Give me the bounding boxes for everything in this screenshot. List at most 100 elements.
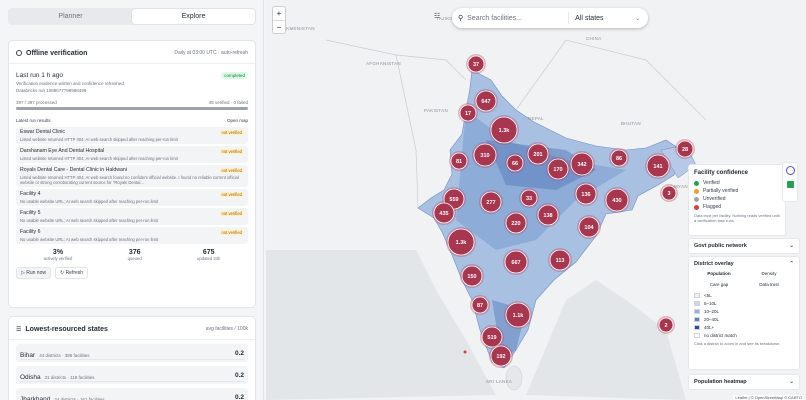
population-heatmap-toggle[interactable]: Population heatmap ⌄ [688, 374, 800, 390]
result-item[interactable]: Facility 6 not verified No usable websit… [16, 227, 248, 244]
cluster-count: 430 [612, 198, 621, 204]
facility-cluster[interactable]: 104 [577, 215, 601, 239]
legend-dot-icon [694, 188, 699, 194]
cluster-count: 647 [481, 99, 490, 105]
facility-cluster[interactable]: 3 [660, 184, 678, 202]
schedule-text: Daily at 03:00 UTC · auto-refresh [174, 50, 248, 56]
open-map-link[interactable]: Open map [227, 118, 248, 123]
result-item[interactable]: Royals Dental Care - Dental Clinic in Ha… [16, 165, 248, 187]
facility-cluster[interactable]: 138 [536, 203, 560, 227]
facility-cluster[interactable]: 192 [489, 344, 513, 368]
overlay-option[interactable]: Care gap [694, 282, 744, 287]
ramp-label: 5–10L [704, 300, 717, 306]
state-select[interactable]: All states [575, 15, 635, 22]
facility-cluster[interactable]: 81 [449, 151, 469, 171]
facility-cluster[interactable]: 647 [474, 89, 498, 113]
search-input[interactable]: Search facilities... [467, 15, 562, 22]
result-item[interactable]: Eswar Dental Clinic not verified Listed … [16, 127, 248, 144]
refresh-button[interactable]: ↻ Refresh [54, 267, 89, 279]
filter-icon[interactable]: ☷ [434, 12, 446, 24]
chevron-up-icon[interactable]: ⌃ [789, 261, 794, 267]
facility-cluster[interactable]: 170 [546, 157, 570, 181]
result-desc: No usable website URL; AI web search ski… [20, 218, 159, 223]
state-row[interactable]: Jharkhand 24 districts · 161 facilities 0… [16, 388, 248, 400]
lowest-title: Lowest-resourced states [25, 325, 108, 333]
chart-icon[interactable] [786, 181, 794, 188]
facility-cluster[interactable]: 667 [503, 249, 529, 275]
legend-dot-icon [694, 204, 699, 210]
facility-cluster[interactable]: 17 [458, 103, 478, 123]
run-now-button[interactable]: ▷ Run now [16, 267, 51, 279]
state-row[interactable]: Bihar 44 districts · 386 facilities 0.2 [16, 344, 248, 362]
result-title: Royals Dental Care - Dental Clinic in Ha… [20, 167, 127, 173]
ramp-item: 10–20L [694, 307, 794, 315]
cluster-count: 201 [533, 152, 542, 158]
facility-cluster[interactable]: 342 [569, 151, 595, 177]
zoom-in-button[interactable]: + [273, 7, 285, 20]
result-item[interactable]: Darshanam Eye And Dental Hospital not ve… [16, 146, 248, 163]
facility-cluster[interactable]: 310 [472, 142, 498, 168]
confidence-legend-item[interactable]: Verified [694, 179, 780, 187]
state-value: 0.2 [234, 349, 244, 357]
facility-cluster[interactable]: 277 [479, 190, 503, 214]
facility-cluster[interactable]: 201 [526, 142, 550, 166]
facility-cluster[interactable]: 435 [432, 201, 456, 225]
cluster-count: 342 [577, 162, 586, 168]
state-row[interactable]: Odisha 31 districts · 118 facilities 0.2 [16, 366, 248, 384]
facility-cluster[interactable]: 430 [604, 187, 630, 213]
result-status-badge: not verified [219, 211, 244, 216]
facility-cluster[interactable]: 141 [645, 153, 671, 179]
cluster-count: 37 [473, 62, 479, 68]
facility-cluster[interactable]: 86 [609, 148, 629, 168]
district-overlay-panel: District overlay ⌃ Population Density Care … [688, 256, 800, 370]
facility-cluster[interactable]: 87 [470, 295, 490, 315]
overlay-hint: Click a district to zoom in and see its … [694, 341, 781, 346]
verification-icon [16, 50, 22, 56]
result-title: Facility 6 [20, 229, 41, 235]
cluster-count: 113 [556, 258, 565, 264]
confidence-legend-item[interactable]: Partially verified [694, 187, 780, 195]
ramp-swatch [694, 332, 700, 338]
facility-cluster[interactable]: 28 [675, 139, 695, 159]
stat-label: updated 24h [197, 256, 221, 261]
run-now-label: Run now [26, 270, 46, 276]
cluster-count: 519 [487, 335, 496, 341]
facility-cluster[interactable]: 113 [548, 248, 572, 272]
result-item[interactable]: Facility 5 not verified No usable websit… [16, 208, 248, 225]
result-desc: Listed website returned HTTP 404; AI web… [20, 175, 239, 185]
facility-cluster[interactable]: 220 [504, 211, 528, 235]
ramp-item: no district match [694, 331, 794, 339]
map-area[interactable]: TURKMENISTAN TAJIKISTAN AFGHANISTAN PAKISTA… [266, 0, 806, 400]
confidence-legend-item[interactable]: Flagged [694, 203, 780, 211]
facility-cluster[interactable]: 1.3k [489, 115, 519, 145]
facility-cluster[interactable]: 37 [466, 54, 486, 74]
stat: 376 queued [128, 249, 142, 261]
flagged-marker[interactable] [463, 350, 467, 354]
facility-cluster[interactable]: 136 [574, 182, 598, 206]
legend-label: Partially verified [703, 188, 739, 194]
facility-cluster[interactable]: 33 [519, 188, 539, 208]
locate-icon[interactable] [785, 166, 795, 175]
result-desc: No usable website URL; AI web search ski… [20, 199, 159, 204]
govt-network-toggle[interactable]: Govt public network ⌄ [688, 238, 800, 254]
overlay-option[interactable]: Density [744, 271, 794, 276]
cluster-count: 136 [581, 192, 590, 198]
cluster-count: 667 [511, 260, 520, 266]
result-status-badge: not verified [219, 130, 244, 135]
tab-explore[interactable]: Explore [132, 9, 255, 24]
map-country-label: SRI LANKA [486, 379, 512, 384]
facility-cluster[interactable]: 1.1k [504, 301, 532, 329]
result-item[interactable]: Facility 4 not verified No usable websit… [16, 189, 248, 206]
stat-value: 376 [128, 249, 141, 256]
tab-planner[interactable]: Planner [9, 9, 132, 24]
facility-cluster[interactable]: 150 [460, 264, 484, 288]
ramp-label: no district match [704, 332, 737, 338]
zoom-out-button[interactable]: − [273, 20, 285, 33]
facility-cluster[interactable]: 66 [505, 153, 525, 173]
cluster-count: 87 [477, 303, 483, 309]
overlay-option[interactable]: Data trust [744, 282, 794, 287]
facility-cluster[interactable]: 2 [657, 316, 675, 334]
facility-cluster[interactable]: 1.3k [446, 227, 476, 257]
confidence-legend-item[interactable]: Unverified [694, 195, 780, 203]
overlay-option[interactable]: Population [694, 271, 744, 276]
